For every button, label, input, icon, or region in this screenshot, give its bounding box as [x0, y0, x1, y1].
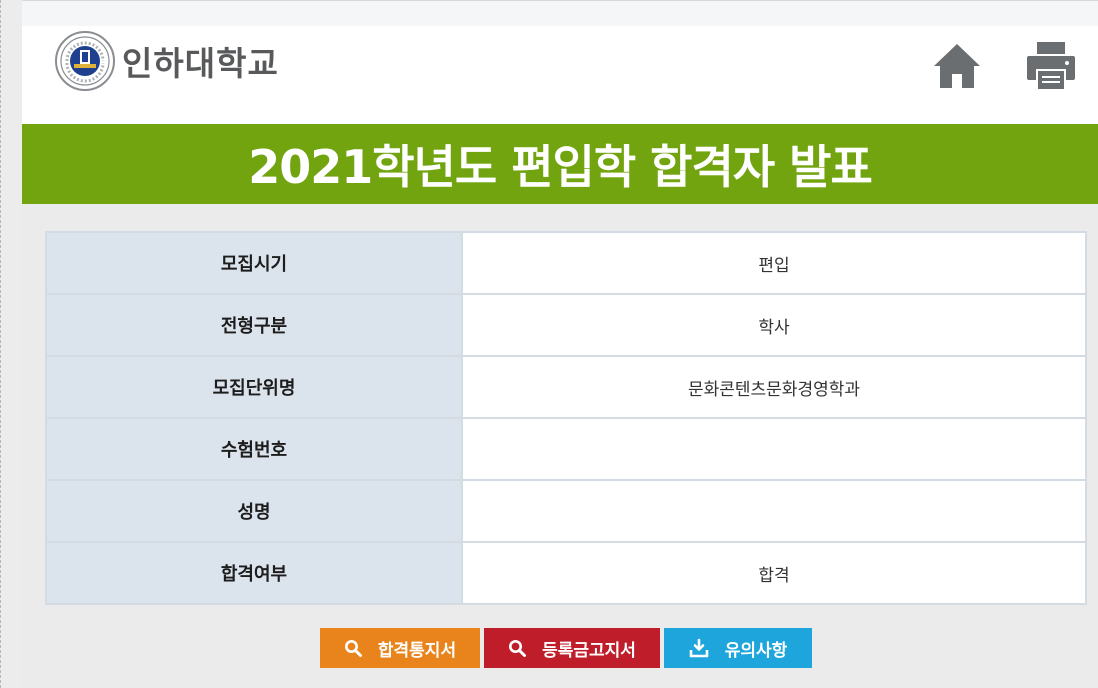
search-icon [509, 640, 527, 657]
tuition-notice-label: 등록금고지서 [542, 640, 636, 661]
row-label: 합격여부 [45, 541, 463, 605]
tuition-notice-button[interactable]: 등록금고지서 [484, 628, 660, 668]
row-label: 수험번호 [45, 417, 463, 481]
row-value: 학사 [461, 293, 1087, 357]
acceptance-letter-label: 합격통지서 [377, 640, 457, 661]
title-banner: 2021학년도 편입학 합격자 발표 [22, 124, 1098, 204]
row-value [461, 479, 1087, 543]
download-icon [689, 638, 709, 658]
row-label: 성명 [45, 479, 463, 543]
notes-label: 유의사항 [724, 640, 788, 661]
university-logo[interactable]: 인하대학교 [54, 28, 279, 94]
home-icon[interactable] [932, 42, 982, 90]
page-title: 2021학년도 편입학 합격자 발표 [248, 140, 873, 194]
header: 인하대학교 [22, 26, 1098, 124]
result-table: 모집시기 편입 전형구분 학사 모집단위명 문화콘텐츠문화경영학과 수험번호 성… [45, 231, 1087, 605]
logo-text: 인하대학교 [122, 44, 279, 83]
row-value: 문화콘텐츠문화경영학과 [461, 355, 1087, 419]
university-seal-icon [55, 31, 115, 91]
action-buttons: 합격통지서 등록금고지서 유의사항 [320, 628, 816, 668]
table-row: 전형구분 학사 [45, 293, 1087, 357]
table-row: 모집시기 편입 [45, 231, 1087, 295]
table-row: 성명 [45, 479, 1087, 543]
search-icon [344, 640, 362, 657]
print-icon[interactable] [1025, 40, 1077, 92]
row-value: 합격 [461, 541, 1087, 605]
row-label: 모집시기 [45, 231, 463, 295]
table-row: 합격여부 합격 [45, 541, 1087, 605]
row-value [461, 417, 1087, 481]
top-strip [22, 0, 1098, 27]
row-label: 전형구분 [45, 293, 463, 357]
table-row: 수험번호 [45, 417, 1087, 481]
frame-border [0, 0, 1, 688]
acceptance-letter-button[interactable]: 합격통지서 [320, 628, 480, 668]
table-row: 모집단위명 문화콘텐츠문화경영학과 [45, 355, 1087, 419]
row-value: 편입 [461, 231, 1087, 295]
notes-button[interactable]: 유의사항 [664, 628, 812, 668]
row-label: 모집단위명 [45, 355, 463, 419]
